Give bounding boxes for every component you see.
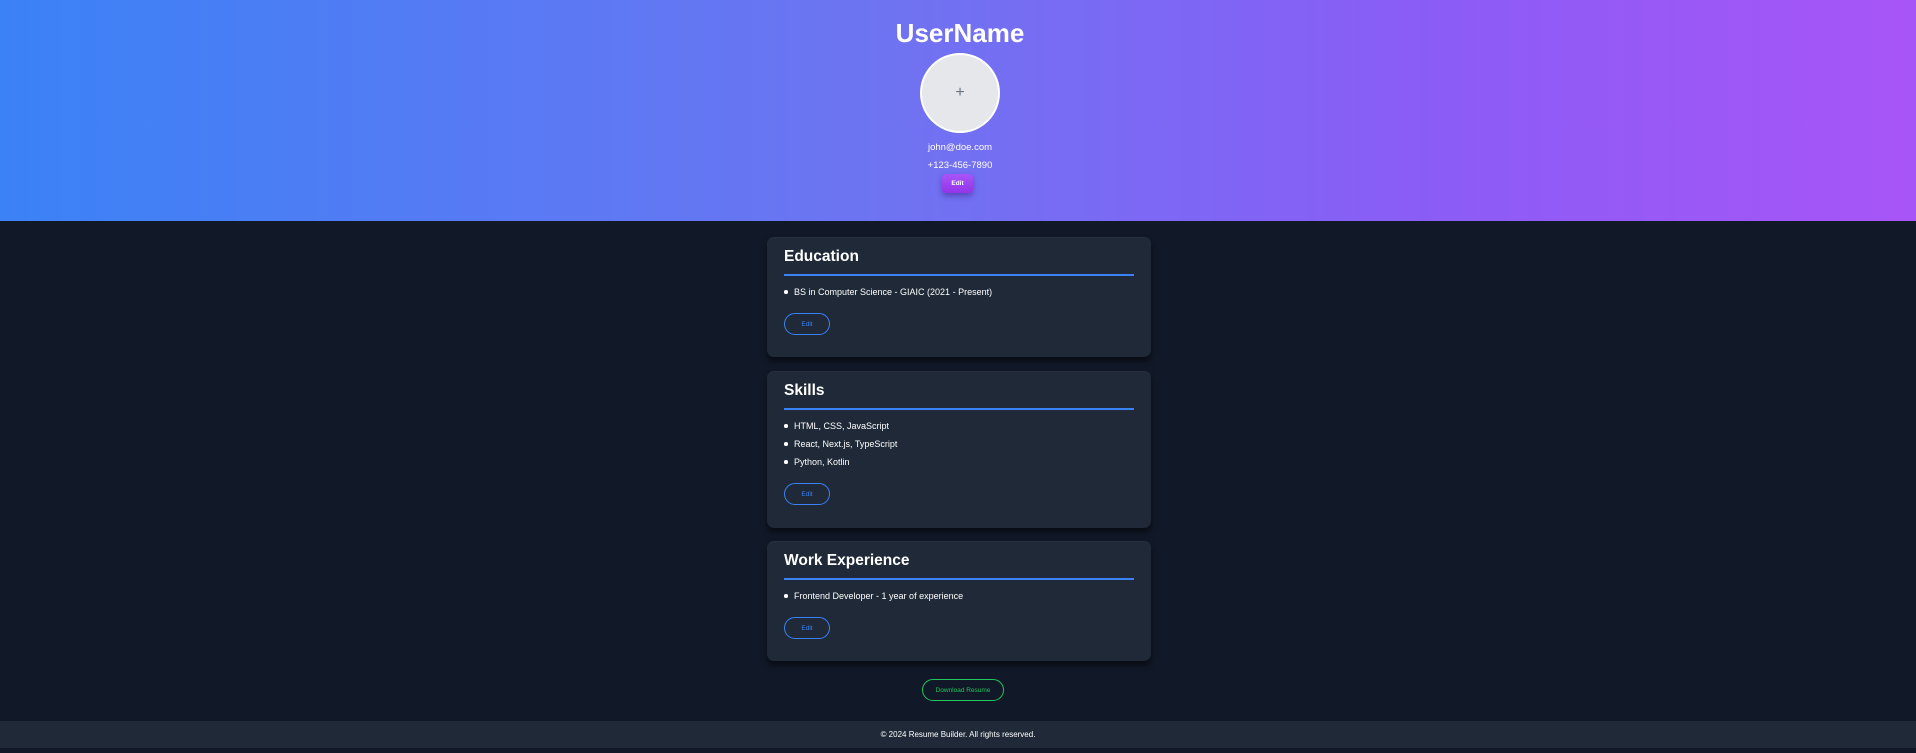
list-item: React, Next.js, TypeScript bbox=[784, 438, 897, 450]
work-experience-title: Work Experience bbox=[784, 552, 910, 569]
profile-email: john@doe.com bbox=[927, 142, 993, 153]
work-experience-underline bbox=[784, 578, 1134, 580]
plus-icon: + bbox=[955, 84, 965, 101]
education-underline bbox=[784, 274, 1134, 276]
work-experience-edit-button[interactable]: Edit bbox=[784, 617, 830, 639]
education-title: Education bbox=[784, 248, 859, 265]
skills-title: Skills bbox=[784, 382, 825, 399]
skills-list: HTML, CSS, JavaScript React, Next.js, Ty… bbox=[784, 420, 897, 474]
education-card: Education BS in Computer Science - GIAIC… bbox=[767, 237, 1151, 357]
footer: © 2024 Resume Builder. All rights reserv… bbox=[0, 721, 1916, 748]
avatar[interactable]: + bbox=[920, 53, 1000, 133]
profile-phone: +123-456-7890 bbox=[927, 160, 993, 171]
edit-profile-button[interactable]: Edit bbox=[942, 174, 973, 193]
skills-underline bbox=[784, 408, 1134, 410]
skills-edit-button[interactable]: Edit bbox=[784, 483, 830, 505]
list-item: Frontend Developer - 1 year of experienc… bbox=[784, 590, 963, 602]
list-item: BS in Computer Science - GIAIC (2021 - P… bbox=[784, 286, 992, 298]
work-experience-list: Frontend Developer - 1 year of experienc… bbox=[784, 590, 963, 608]
footer-text: © 2024 Resume Builder. All rights reserv… bbox=[880, 730, 1036, 739]
education-list: BS in Computer Science - GIAIC (2021 - P… bbox=[784, 286, 992, 304]
list-item: HTML, CSS, JavaScript bbox=[784, 420, 897, 432]
download-resume-button[interactable]: Download Resume bbox=[922, 679, 1004, 701]
list-item: Python, Kotlin bbox=[784, 456, 897, 468]
profile-header: UserName + john@doe.com +123-456-7890 Ed… bbox=[0, 0, 1916, 221]
profile-name: UserName bbox=[895, 18, 1025, 48]
skills-card: Skills HTML, CSS, JavaScript React, Next… bbox=[767, 371, 1151, 528]
education-edit-button[interactable]: Edit bbox=[784, 313, 830, 335]
work-experience-card: Work Experience Frontend Developer - 1 y… bbox=[767, 541, 1151, 661]
